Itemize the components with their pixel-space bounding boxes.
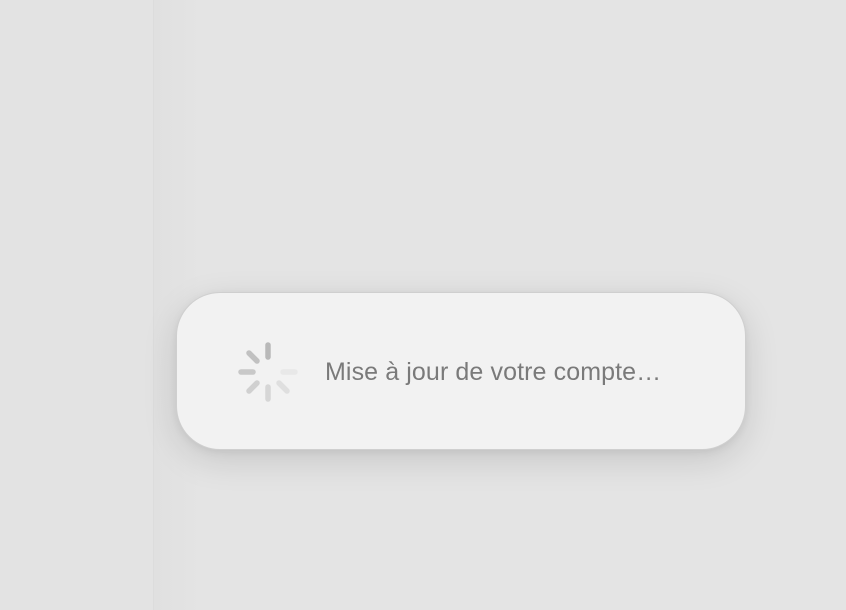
sidebar <box>0 0 154 610</box>
progress-spinner-icon <box>235 339 301 405</box>
app-window: Mise à jour de votre compte… <box>0 0 846 610</box>
progress-dialog: Mise à jour de votre compte… <box>176 292 746 450</box>
progress-message: Mise à jour de votre compte… <box>325 358 662 386</box>
